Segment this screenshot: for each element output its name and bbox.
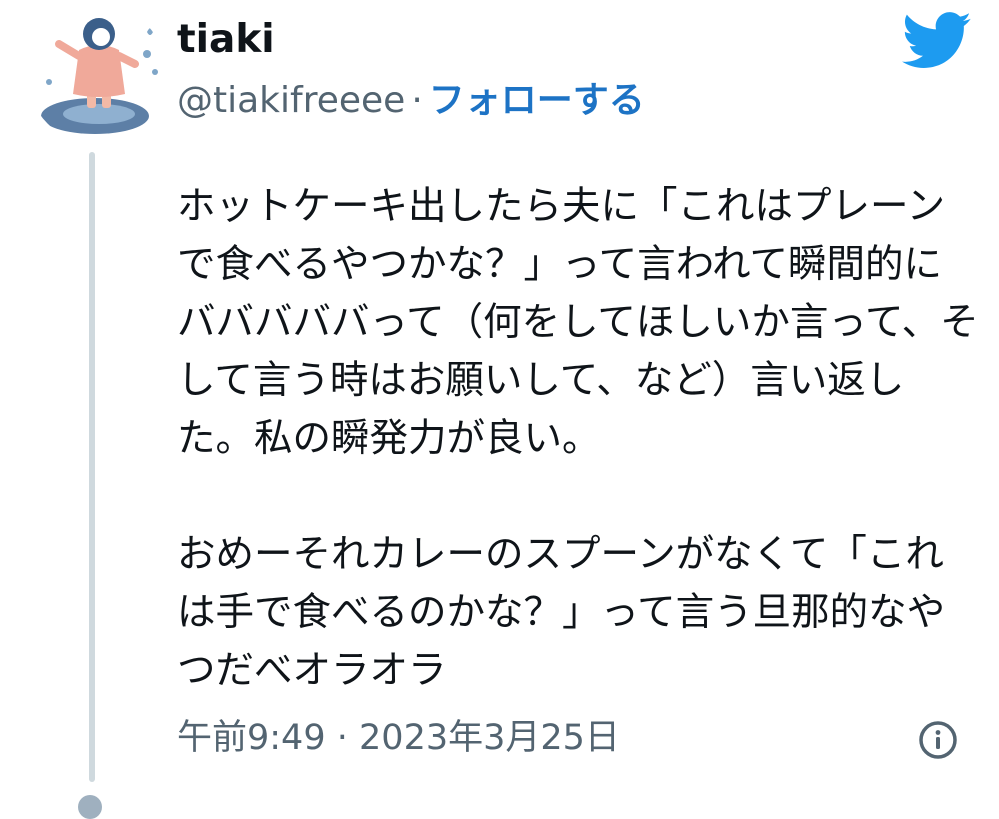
avatar-illustration	[27, 4, 167, 144]
author-handle-row: @tiakifreeee · フォローする	[177, 78, 645, 124]
info-icon[interactable]	[918, 720, 958, 760]
tweet-timestamp-row[interactable]: 午前9:49 · 2023年3月25日	[177, 714, 620, 762]
tweet-time[interactable]: 午前9:49	[177, 718, 326, 758]
author-handle[interactable]: @tiakifreeee	[177, 80, 405, 121]
twitter-bird-icon[interactable]	[902, 12, 972, 69]
author-display-name[interactable]: tiaki	[177, 14, 275, 66]
tweet-date[interactable]: 2023年3月25日	[359, 718, 620, 758]
tweet-text: ホットケーキ出したら夫に「これはプレーン で食べるやつかな？」って言われて瞬間的…	[177, 178, 979, 700]
tweet-paragraph-2: おめーそれカレーのスプーンがなくて「これ は手で食べるのかな？」って言う旦那的な…	[177, 532, 946, 693]
timestamp-separator: ·	[336, 718, 348, 758]
thread-connector-line	[89, 152, 95, 782]
tweet-paragraph-1: ホットケーキ出したら夫に「これはプレーン で食べるやつかな？」って言われて瞬間的…	[177, 184, 979, 461]
author-avatar[interactable]	[27, 4, 167, 144]
follow-button[interactable]: フォローする	[429, 80, 645, 121]
next-reply-avatar[interactable]	[78, 795, 102, 819]
handle-separator: ·	[411, 80, 423, 121]
